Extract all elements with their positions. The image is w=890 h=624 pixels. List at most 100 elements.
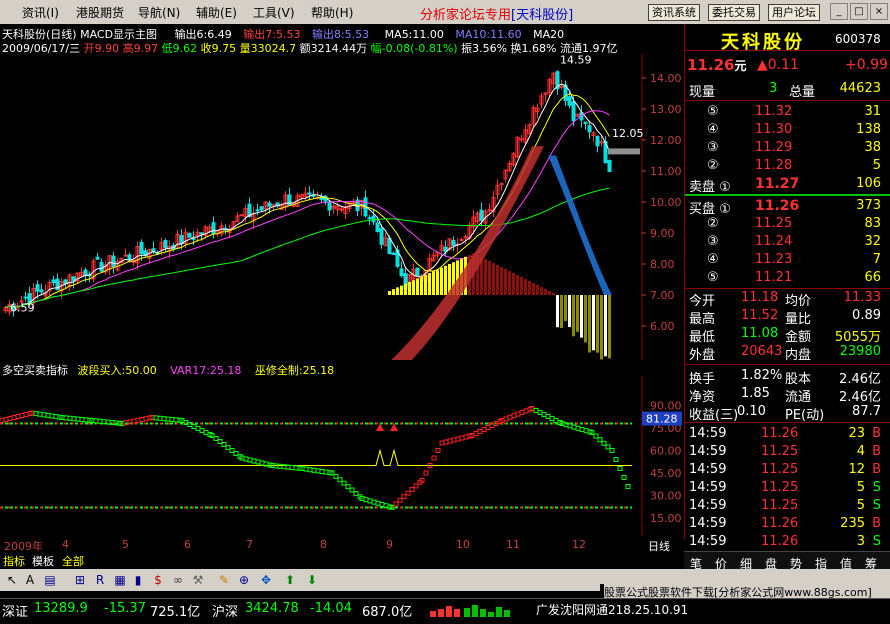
oscillator-step (609, 448, 615, 453)
ask-volume: 5 (872, 158, 881, 173)
stat-label: 外盘 (689, 348, 716, 363)
oscillator-step (161, 416, 167, 422)
oscillator-step (545, 414, 551, 419)
level-label: ③ (707, 234, 719, 249)
month-label: 2009年 (4, 540, 43, 553)
oscillator-step (221, 442, 227, 447)
ad-text[interactable]: 股票公式股票软件下载[分析家公式网www.88gs.com] (604, 584, 890, 598)
indicator-chart[interactable]: 90.0075.0060.0045.0030.0015.0081.28 (0, 376, 684, 536)
candle (123, 254, 128, 257)
macd-bar (588, 295, 591, 353)
tick-side: B (872, 462, 881, 477)
menu-info[interactable]: 资讯(I) (22, 4, 59, 21)
up-arrow-icon[interactable]: ⬆ (282, 572, 298, 588)
f10-icon[interactable]: ▤ (42, 572, 58, 588)
oscillator-step (259, 460, 265, 466)
buy-arrow-icon (390, 423, 398, 431)
price-change: ▲0.11 (757, 57, 799, 73)
grid-icon[interactable]: ▦ (112, 572, 128, 588)
ask-price: 11.29 (755, 140, 793, 155)
candle (399, 268, 404, 277)
kline-icon[interactable]: ⊞ (72, 572, 88, 588)
level-label: ④ (707, 122, 719, 137)
bar-icon[interactable]: ▮ (130, 572, 146, 588)
macd-bar (528, 281, 531, 295)
oscillator-step (579, 427, 585, 432)
oscillator-step (413, 483, 419, 489)
ask-price: 11.32 (755, 104, 793, 119)
oscillator-step (345, 484, 351, 490)
quote-panel: 天科股份 600378 11.26元 ▲0.11 +0.99 现量 3 总量 4… (684, 24, 890, 549)
macd-bar (428, 273, 431, 295)
move-icon[interactable]: ✥ (258, 572, 274, 588)
forum-button[interactable]: 用户论坛 (768, 4, 820, 21)
candle (51, 279, 56, 284)
tick-price: 11.26 (761, 516, 799, 531)
oscillator-step (45, 412, 51, 418)
tick-price: 11.25 (761, 444, 799, 459)
rsi-icon[interactable]: R (92, 572, 108, 588)
oscillator-step (533, 408, 539, 413)
oscillator-step (507, 414, 513, 420)
stat-value: 11.33 (843, 290, 881, 305)
macd-bar (596, 295, 599, 353)
maximize-button[interactable]: □ (850, 3, 868, 20)
oscillator-step (625, 484, 631, 489)
candle (371, 215, 376, 223)
macd-bar (388, 291, 391, 295)
link-icon[interactable]: ∞ (170, 572, 186, 588)
tools-icon[interactable]: ⚒ (190, 572, 206, 588)
bid-volume: 32 (864, 234, 881, 249)
oscillator-step (353, 490, 359, 496)
period-label[interactable]: 日线 (648, 538, 670, 554)
candle (259, 206, 264, 211)
pencil-icon[interactable]: ✎ (216, 572, 232, 588)
stat-label: 最高 (689, 312, 716, 327)
oscillator-step (139, 417, 145, 422)
sz-amount: 725.1亿 (150, 605, 201, 620)
oscillator-step (443, 439, 449, 445)
low-price-label: 6.59 (10, 302, 35, 315)
chart-area[interactable]: 天科股份(日线) MACD显示主图 输出6:6.49 输出7:5.53 输出8:… (0, 24, 684, 539)
stat-row: 收益(三) 0.10 PE(动) 87.7 (689, 404, 887, 423)
dollar-icon[interactable]: $ (150, 572, 166, 588)
info-system-button[interactable]: 资讯系统 (648, 4, 700, 21)
tick-volume: 3 (856, 534, 865, 549)
oscillator-step (83, 417, 89, 423)
text-tool-icon[interactable]: A (22, 572, 38, 588)
minimize-button[interactable]: _ (830, 3, 848, 20)
ask-price: 11.30 (755, 122, 793, 137)
macd-bar (600, 295, 603, 360)
candle (311, 194, 316, 197)
stat-value: 87.7 (852, 404, 881, 419)
oscillator-step (195, 426, 201, 431)
oscillator-step (11, 415, 17, 420)
menu-navigate[interactable]: 导航(N) (138, 4, 180, 21)
stock-code: 600378 (835, 32, 881, 46)
arrow-tool-icon[interactable]: ↖ (4, 572, 20, 588)
oscillator-step (601, 440, 607, 446)
kline-chart[interactable]: 14.00 13.00 12.00 11.00 10.00 9.00 8.00 7.00 6.0… (0, 54, 684, 360)
close-button[interactable]: × (870, 3, 888, 20)
tab-all[interactable]: 全部 (62, 553, 84, 569)
menu-hk-futures[interactable]: 港股期货 (76, 4, 124, 21)
stat-label: 流通 (785, 390, 812, 405)
menu-assist[interactable]: 辅助(E) (196, 4, 237, 21)
candle (163, 239, 168, 249)
down-arrow-icon[interactable]: ⬇ (304, 572, 320, 588)
ask-volume: 138 (856, 122, 881, 137)
zoom-in-icon[interactable]: ⊕ (236, 572, 252, 588)
macd-bar (576, 295, 579, 332)
level-label: 卖盘 ① (689, 180, 731, 195)
tab-template[interactable]: 模板 (32, 553, 54, 569)
tick-time: 14:59 (689, 480, 727, 495)
oscillator-step (481, 427, 487, 432)
menu-tools[interactable]: 工具(V) (253, 4, 295, 21)
ask-row: ④ 11.30 138 (689, 122, 887, 140)
oscillator-step (225, 445, 231, 450)
oscillator-step (463, 434, 469, 440)
tab-indicator[interactable]: 指标 (3, 553, 25, 569)
menu-help[interactable]: 帮助(H) (311, 4, 353, 21)
oscillator-step (251, 458, 257, 464)
trade-button[interactable]: 委托交易 (708, 4, 760, 21)
